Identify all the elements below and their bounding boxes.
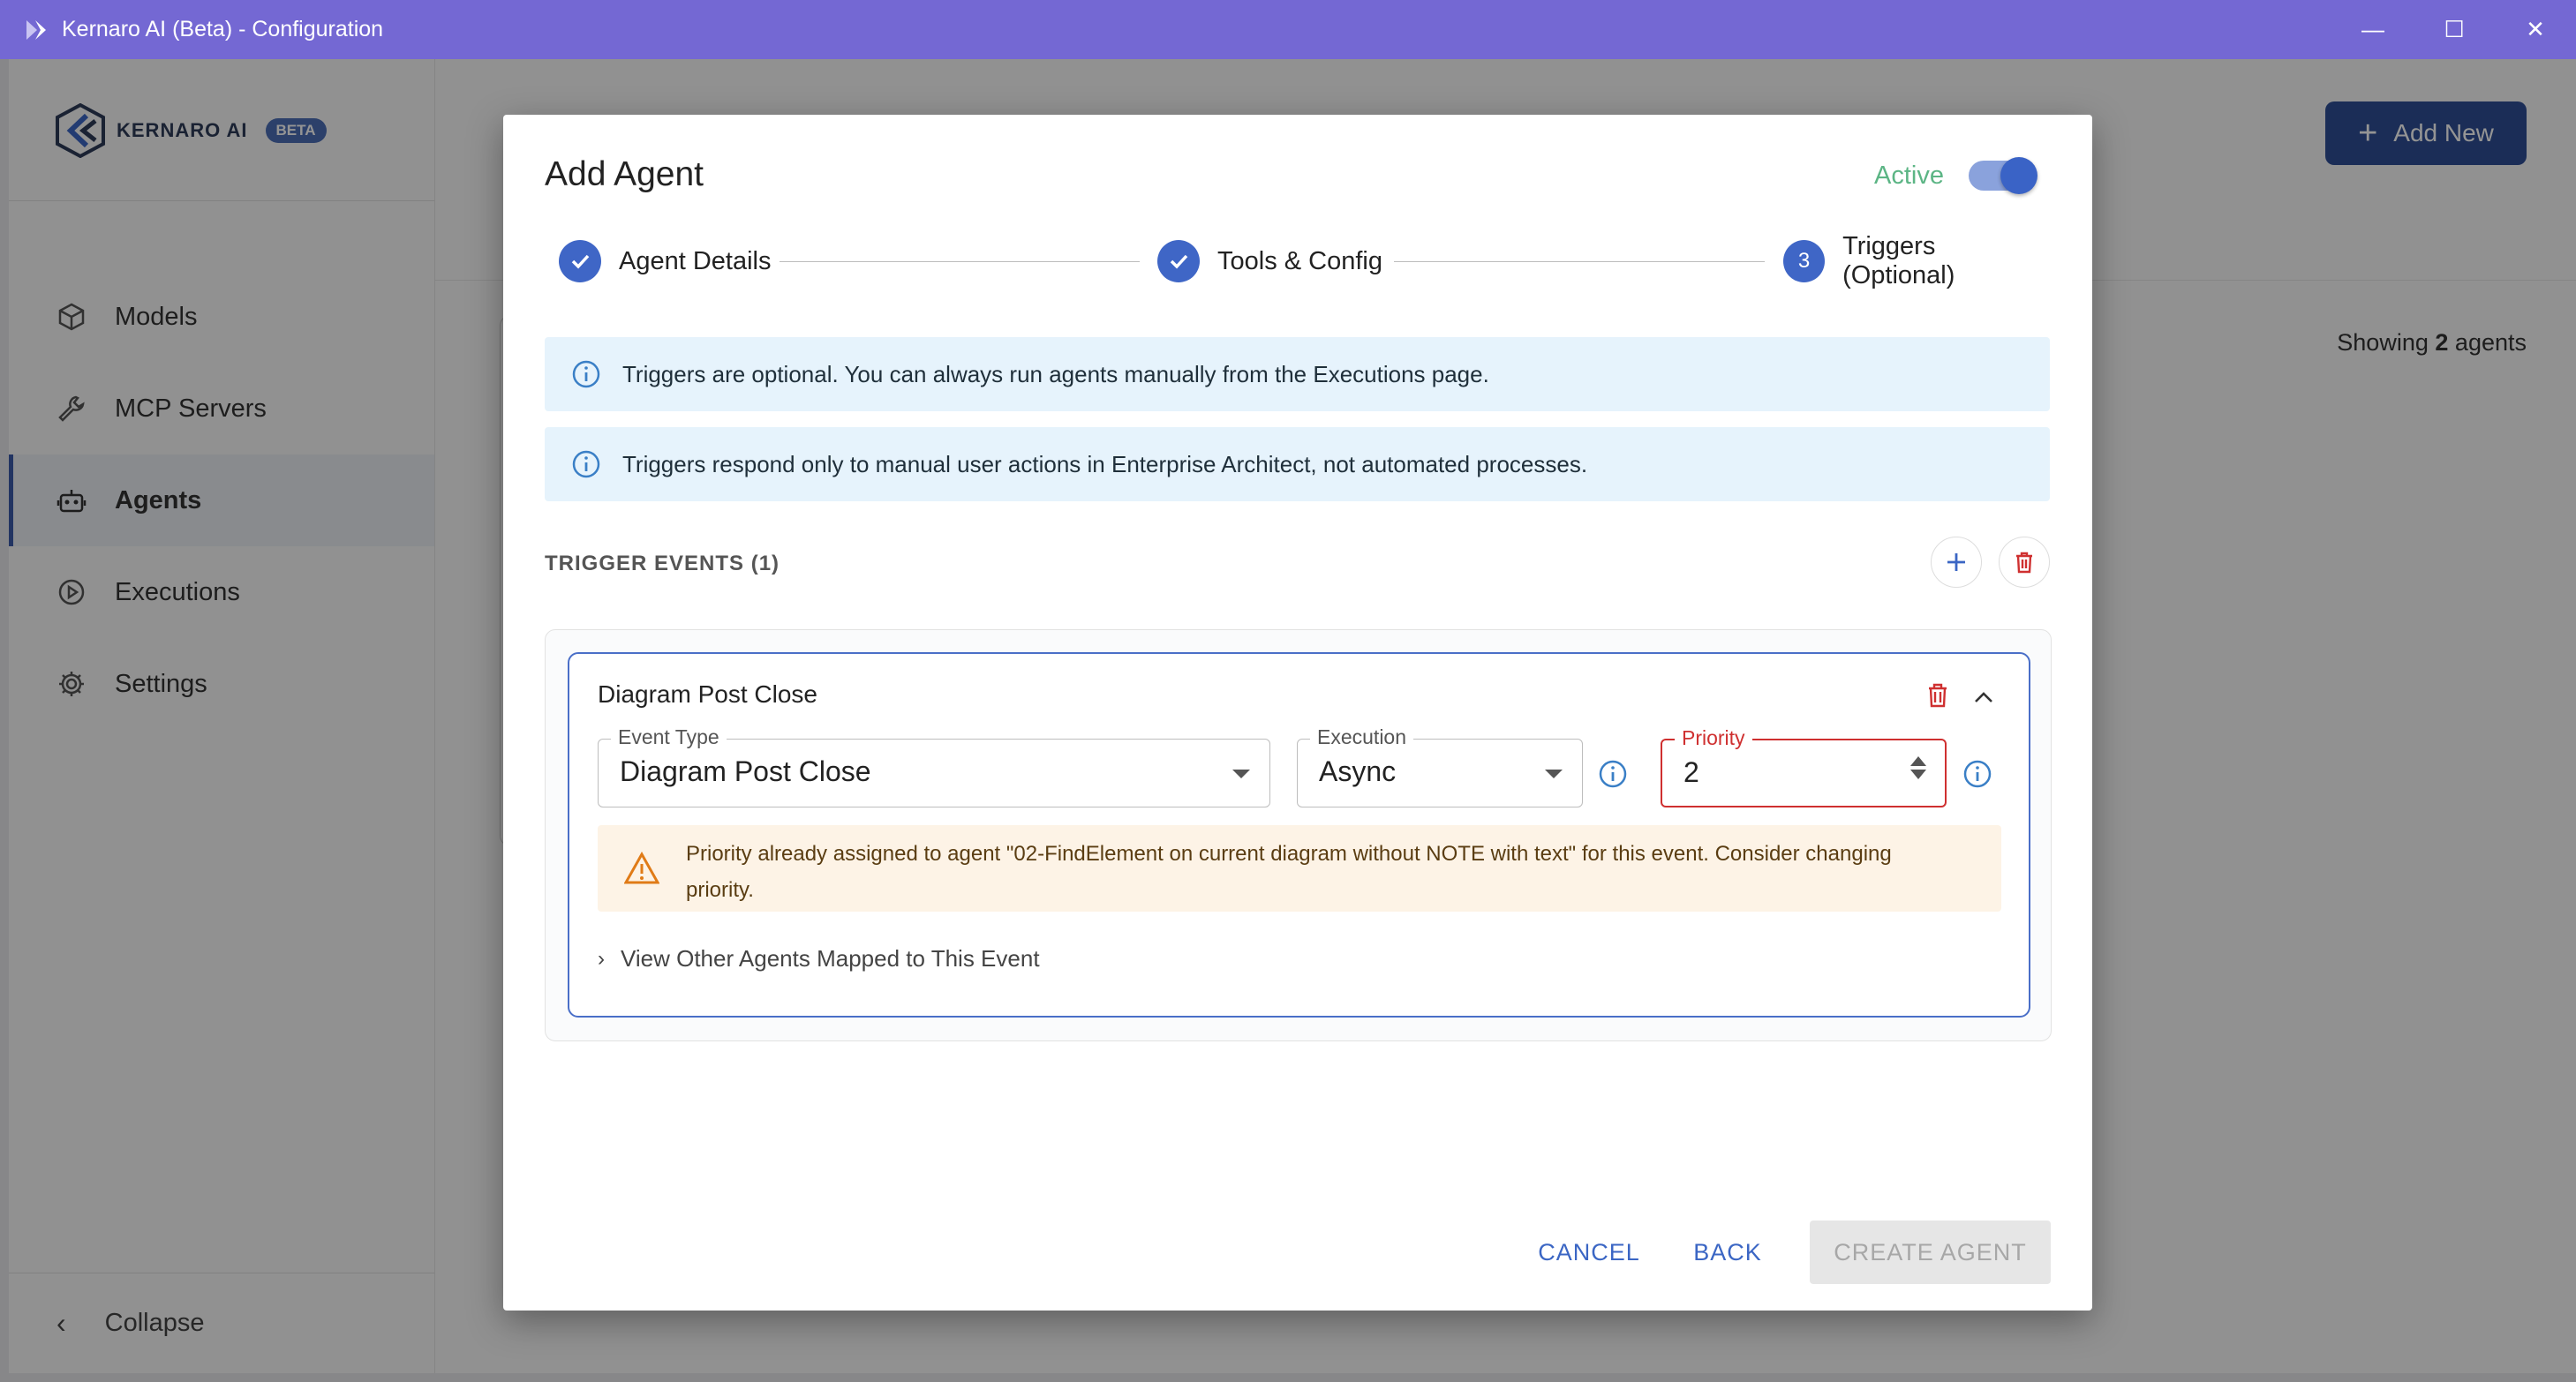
- field-label: Event Type: [611, 725, 727, 749]
- window-titlebar: Kernaro AI (Beta) - Configuration — ☐ ✕: [0, 0, 2576, 59]
- trash-icon: [2016, 552, 2032, 574]
- back-button[interactable]: BACK: [1679, 1221, 1776, 1284]
- check-icon: [559, 240, 601, 282]
- step-label: Agent Details: [619, 246, 772, 275]
- warning-icon: [624, 852, 659, 884]
- info-text: Triggers are optional. You can always ru…: [622, 360, 1489, 387]
- dropdown-arrow-icon: [1232, 770, 1250, 778]
- priority-info-icon[interactable]: [1962, 759, 1992, 789]
- trigger-events-list: Diagram Post Close Event Type Diagram Po…: [545, 629, 2052, 1041]
- step-connector: [780, 261, 1140, 262]
- close-window-button[interactable]: ✕: [2495, 0, 2576, 59]
- plus-icon: [1947, 553, 1965, 571]
- chevron-up-icon[interactable]: [1970, 684, 1997, 710]
- execution-select[interactable]: Execution Async: [1297, 725, 1583, 807]
- dropdown-arrow-icon: [1545, 770, 1563, 778]
- info-icon: [572, 450, 600, 478]
- stepper: Agent Details Tools & Config 3 Triggers …: [559, 232, 2051, 289]
- view-other-label: View Other Agents Mapped to This Event: [621, 945, 1040, 972]
- step-number: 3: [1783, 240, 1826, 282]
- trigger-events-header: TRIGGER EVENTS (1): [545, 552, 780, 575]
- field-label: Priority: [1675, 726, 1752, 750]
- field-value: Diagram Post Close: [620, 755, 871, 787]
- create-agent-button[interactable]: CREATE AGENT: [1810, 1221, 2051, 1284]
- priority-warning: Priority already assigned to agent "02-F…: [598, 825, 2001, 912]
- info-banner: Triggers respond only to manual user act…: [545, 427, 2050, 501]
- step-agent-details: Agent Details: [559, 237, 772, 286]
- active-toggle[interactable]: [1969, 157, 2037, 194]
- toggle-knob: [2000, 157, 2037, 194]
- step-connector: [1394, 261, 1765, 262]
- field-value: 2: [1683, 756, 1699, 788]
- step-label: Tools & Config: [1217, 246, 1382, 275]
- trash-icon[interactable]: [1923, 680, 1953, 710]
- step-triggers: 3 Triggers (Optional): [1783, 232, 2051, 289]
- field-value: Async: [1319, 755, 1397, 787]
- number-stepper[interactable]: [1908, 753, 1929, 783]
- warning-text: Priority already assigned to agent "02-F…: [686, 842, 1892, 902]
- step-label: Triggers (Optional): [1842, 232, 1955, 289]
- delete-all-triggers-button[interactable]: [1999, 537, 2050, 588]
- info-icon: [572, 360, 600, 388]
- add-agent-dialog: Add Agent Active Agent Details Tools & C…: [503, 115, 2092, 1311]
- maximize-button[interactable]: ☐: [2414, 0, 2495, 59]
- window-title: Kernaro AI (Beta) - Configuration: [62, 17, 384, 41]
- minimize-button[interactable]: —: [2332, 0, 2414, 59]
- trigger-event-card: Diagram Post Close Event Type Diagram Po…: [568, 652, 2030, 1018]
- execution-info-icon[interactable]: [1598, 759, 1628, 789]
- info-banner: Triggers are optional. You can always ru…: [545, 337, 2050, 411]
- check-icon: [1157, 240, 1200, 282]
- priority-input[interactable]: Priority 2: [1661, 726, 1947, 807]
- cancel-button[interactable]: CANCEL: [1527, 1221, 1651, 1284]
- info-text: Triggers respond only to manual user act…: [622, 450, 1588, 477]
- view-other-agents-toggle[interactable]: › View Other Agents Mapped to This Event: [598, 945, 1040, 973]
- step-tools-config: Tools & Config: [1157, 237, 1382, 286]
- add-trigger-button[interactable]: [1931, 537, 1982, 588]
- dialog-title: Add Agent: [545, 155, 704, 193]
- event-title: Diagram Post Close: [598, 680, 817, 708]
- active-label: Active: [1874, 161, 1944, 190]
- event-type-select[interactable]: Event Type Diagram Post Close: [598, 725, 1270, 807]
- active-toggle-group: Active: [1874, 157, 2037, 194]
- chevron-right-icon: ›: [598, 946, 605, 971]
- app-logo-icon: [26, 19, 46, 40]
- field-label: Execution: [1310, 725, 1414, 749]
